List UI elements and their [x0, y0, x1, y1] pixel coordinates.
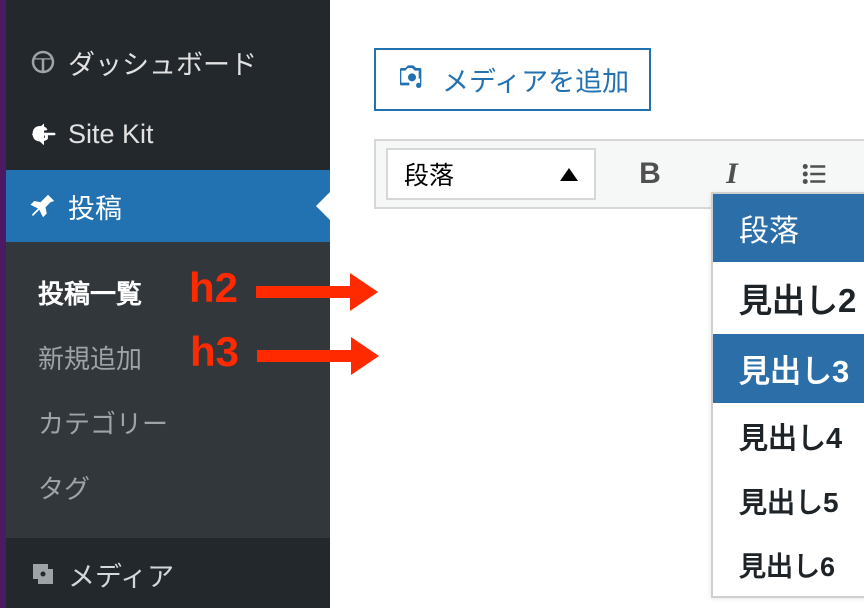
svg-text:G: G	[32, 122, 50, 147]
sidebar-item-label: Site Kit	[68, 119, 154, 150]
media-icon	[28, 559, 68, 589]
camera-music-icon	[396, 60, 428, 99]
format-option-h5[interactable]: 見出し5	[713, 469, 864, 533]
add-media-label: メディアを追加	[442, 60, 629, 99]
annotation-h3-arrow	[257, 350, 355, 362]
caret-up-icon	[560, 168, 578, 181]
annotation-h2-label: h2	[189, 264, 238, 312]
sidebar-item-label: メディア	[68, 555, 174, 594]
admin-sidebar: ダッシュボード G Site Kit 投稿 投稿一覧 新規追加 カテゴリー タグ…	[0, 0, 330, 608]
format-option-h3[interactable]: 見出し3	[713, 334, 864, 403]
submenu-categories[interactable]: カテゴリー	[38, 390, 330, 455]
sidebar-item-posts[interactable]: 投稿	[6, 170, 330, 242]
annotation-h3-label: h3	[190, 328, 239, 376]
add-media-button[interactable]: メディアを追加	[374, 48, 651, 111]
dashboard-icon	[28, 47, 68, 77]
format-option-h2[interactable]: 見出し2	[713, 262, 864, 334]
sitekit-icon: G	[28, 119, 68, 149]
format-select-label: 段落	[404, 156, 454, 192]
editor-area: メディアを追加 段落 B I 123 段落 見出し2 見出し3 見出し4 見出し…	[330, 0, 864, 608]
submenu-tags[interactable]: タグ	[38, 455, 330, 520]
annotation-h2-arrow	[256, 286, 354, 298]
sidebar-item-sitekit[interactable]: G Site Kit	[6, 98, 330, 170]
sidebar-item-label: ダッシュボード	[68, 43, 257, 82]
pin-icon	[28, 191, 68, 221]
sidebar-item-label: 投稿	[68, 187, 122, 226]
format-option-h4[interactable]: 見出し4	[713, 403, 864, 469]
format-dropdown: 段落 見出し2 見出し3 見出し4 見出し5 見出し6	[711, 192, 864, 598]
sidebar-item-dashboard[interactable]: ダッシュボード	[6, 26, 330, 98]
format-option-h6[interactable]: 見出し6	[713, 533, 864, 596]
sidebar-item-media[interactable]: メディア	[6, 538, 330, 608]
format-option-paragraph[interactable]: 段落	[713, 194, 864, 262]
bold-button[interactable]: B	[622, 148, 678, 200]
format-select[interactable]: 段落	[386, 148, 596, 200]
